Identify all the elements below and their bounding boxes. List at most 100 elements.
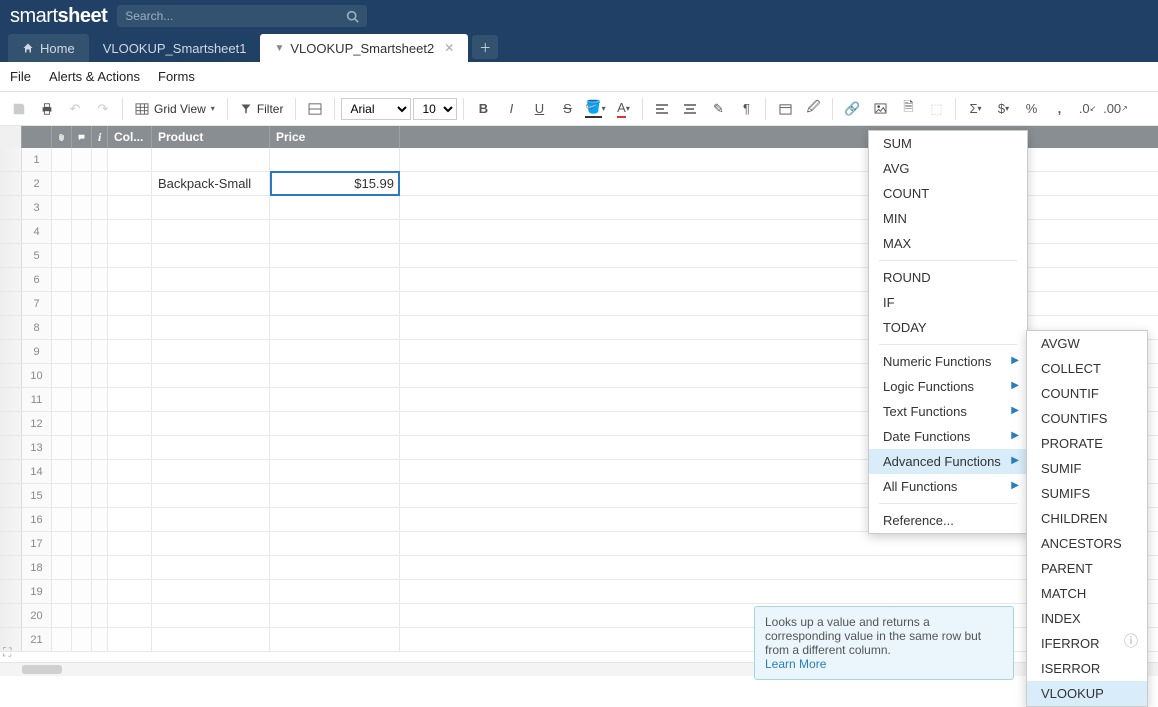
row-number[interactable]: 6	[22, 268, 52, 291]
cell-attachment[interactable]	[52, 532, 72, 555]
cell-comment[interactable]	[72, 556, 92, 579]
cell-attachment[interactable]	[52, 244, 72, 267]
row-handle[interactable]	[0, 508, 22, 531]
row-number[interactable]: 21	[22, 628, 52, 651]
cell[interactable]	[108, 220, 152, 243]
row-number[interactable]: 18	[22, 556, 52, 579]
row-number[interactable]: 14	[22, 460, 52, 483]
cell[interactable]	[108, 604, 152, 627]
row-number[interactable]: 20	[22, 604, 52, 627]
highlight-button[interactable]: ✎	[705, 96, 731, 122]
row-number[interactable]: 12	[22, 412, 52, 435]
cell-product[interactable]	[152, 364, 270, 387]
cell-comment[interactable]	[72, 628, 92, 651]
cell[interactable]	[108, 244, 152, 267]
cell-price[interactable]	[270, 316, 400, 339]
cell-product[interactable]	[152, 292, 270, 315]
row-number[interactable]: 5	[22, 244, 52, 267]
mi-countifs[interactable]: COUNTIFS	[1027, 406, 1147, 431]
mi-children[interactable]: CHILDREN	[1027, 506, 1147, 531]
cell[interactable]	[108, 388, 152, 411]
cell-product[interactable]	[152, 148, 270, 171]
row-handle[interactable]	[0, 220, 22, 243]
row-number[interactable]: 16	[22, 508, 52, 531]
cell-price[interactable]	[270, 340, 400, 363]
mi-ancestors[interactable]: ANCESTORS	[1027, 531, 1147, 556]
cell[interactable]	[108, 532, 152, 555]
cell-info[interactable]	[92, 556, 108, 579]
font-family-select[interactable]: Arial	[341, 98, 411, 120]
cell-product[interactable]	[152, 388, 270, 411]
fill-color-button[interactable]: 🪣▾	[582, 96, 608, 122]
corner-cell[interactable]	[0, 126, 22, 148]
cell-comment[interactable]	[72, 364, 92, 387]
cell-info[interactable]	[92, 220, 108, 243]
mi-sum[interactable]: SUM	[869, 131, 1027, 156]
row-number[interactable]: 17	[22, 532, 52, 555]
cell-comment[interactable]	[72, 412, 92, 435]
cell-price[interactable]	[270, 412, 400, 435]
thousands-button[interactable]: ,	[1046, 96, 1072, 122]
cell-price[interactable]	[270, 148, 400, 171]
row-handle[interactable]	[0, 316, 22, 339]
row-handle[interactable]	[0, 604, 22, 627]
cell-comment[interactable]	[72, 148, 92, 171]
dropdown-icon[interactable]: ▼	[274, 43, 284, 54]
font-color-button[interactable]: A▾	[610, 96, 636, 122]
row-handle[interactable]	[0, 580, 22, 603]
cell-comment[interactable]	[72, 340, 92, 363]
menu-forms[interactable]: Forms	[158, 69, 195, 84]
link-button[interactable]: 🔗	[839, 96, 865, 122]
cell[interactable]	[108, 316, 152, 339]
cell-price[interactable]	[270, 292, 400, 315]
cell-info[interactable]	[92, 484, 108, 507]
cell-product[interactable]	[152, 604, 270, 627]
cell-comment[interactable]	[72, 220, 92, 243]
row-number[interactable]: 1	[22, 148, 52, 171]
cell-price[interactable]	[270, 460, 400, 483]
cell-price[interactable]	[270, 436, 400, 459]
cell-info[interactable]	[92, 604, 108, 627]
row-number[interactable]: 15	[22, 484, 52, 507]
mi-text[interactable]: Text Functions▶	[869, 399, 1027, 424]
row-handle[interactable]	[0, 292, 22, 315]
cell-product[interactable]	[152, 484, 270, 507]
cell-product[interactable]	[152, 220, 270, 243]
row-handle[interactable]	[0, 148, 22, 171]
mi-match[interactable]: MATCH	[1027, 581, 1147, 606]
cell-product[interactable]	[152, 460, 270, 483]
cell[interactable]	[108, 340, 152, 363]
cell-product[interactable]	[152, 556, 270, 579]
row-handle[interactable]	[0, 556, 22, 579]
image-button[interactable]	[867, 96, 893, 122]
tab-home[interactable]: Home	[8, 34, 89, 62]
cell-price[interactable]	[270, 604, 400, 627]
cell-info[interactable]	[92, 412, 108, 435]
cell-product[interactable]	[152, 508, 270, 531]
cell-attachment[interactable]	[52, 268, 72, 291]
cell-attachment[interactable]	[52, 316, 72, 339]
cell-price[interactable]	[270, 628, 400, 651]
mi-avg[interactable]: AVG	[869, 156, 1027, 181]
cell-info[interactable]	[92, 532, 108, 555]
cell-attachment[interactable]	[52, 604, 72, 627]
cell-comment[interactable]	[72, 388, 92, 411]
attachment-button[interactable]: 🗎	[895, 96, 921, 122]
mi-numeric[interactable]: Numeric Functions▶	[869, 349, 1027, 374]
row-handle[interactable]	[0, 484, 22, 507]
mi-iserror[interactable]: ISERROR	[1027, 656, 1147, 681]
row-handle[interactable]	[0, 460, 22, 483]
row-number[interactable]: 3	[22, 196, 52, 219]
cell-comment[interactable]	[72, 532, 92, 555]
mi-parent[interactable]: PARENT	[1027, 556, 1147, 581]
cell-product[interactable]	[152, 196, 270, 219]
mi-index[interactable]: INDEX	[1027, 606, 1147, 631]
underline-button[interactable]: U	[526, 96, 552, 122]
cell-price[interactable]	[270, 196, 400, 219]
mi-if[interactable]: IF	[869, 290, 1027, 315]
comment-col-header[interactable]	[72, 126, 92, 148]
row-handle[interactable]	[0, 532, 22, 555]
col-header-1[interactable]: Col...	[108, 126, 152, 148]
row-number[interactable]: 13	[22, 436, 52, 459]
cell-product[interactable]: Backpack-Small	[152, 172, 270, 195]
